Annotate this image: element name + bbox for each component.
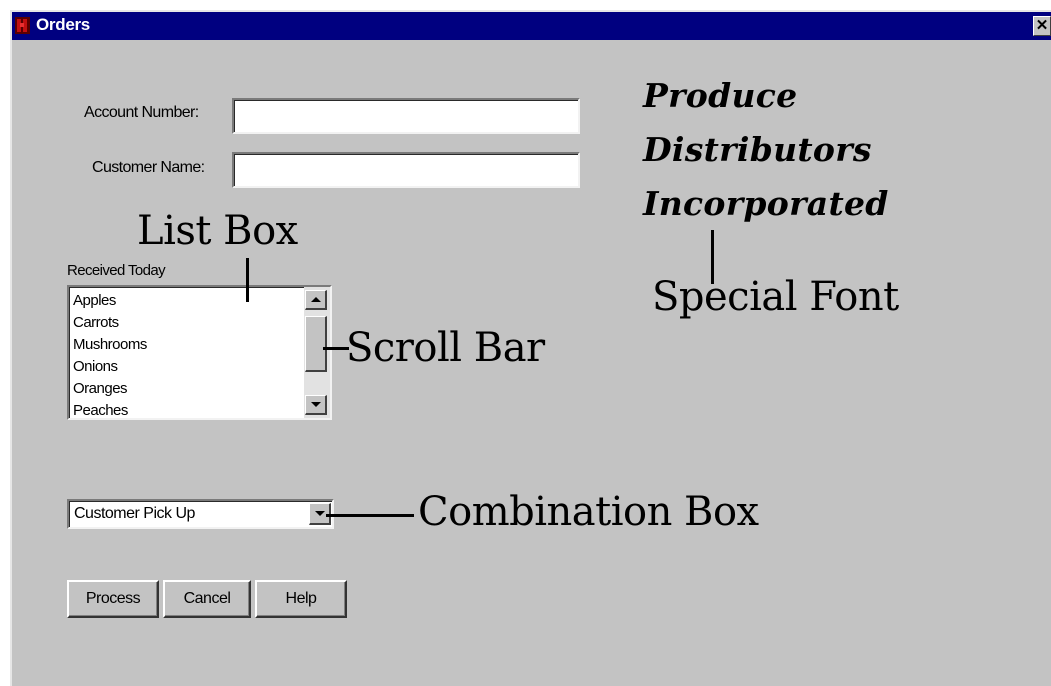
account-number-label: Account Number: — [84, 104, 199, 121]
account-number-field[interactable] — [232, 98, 580, 134]
scroll-thumb[interactable] — [305, 316, 327, 372]
list-item[interactable]: Apples — [73, 290, 301, 312]
orders-window: Orders ✕ Account Number: Customer Name: … — [10, 10, 1051, 686]
dropdown-arrow-icon — [315, 511, 325, 516]
list-item[interactable]: Mushrooms — [73, 334, 301, 356]
list-item[interactable]: Oranges — [73, 378, 301, 400]
list-item[interactable]: Carrots — [73, 312, 301, 334]
help-button[interactable]: Help — [255, 580, 347, 618]
received-today-listbox[interactable]: Apples Carrots Mushrooms Onions Oranges … — [67, 285, 332, 420]
list-item[interactable]: Onions — [73, 356, 301, 378]
close-icon: ✕ — [1035, 17, 1049, 34]
app-icon — [15, 17, 30, 34]
listbox-items: Apples Carrots Mushrooms Onions Oranges … — [73, 290, 301, 418]
list-item[interactable]: Peaches — [73, 400, 301, 418]
company-name-line-2: Distributors — [643, 130, 872, 169]
close-button[interactable]: ✕ — [1033, 16, 1051, 36]
scroll-bar-callout: Scroll Bar — [346, 325, 545, 371]
window-title: Orders — [36, 15, 90, 34]
company-name-line-1: Produce — [643, 76, 798, 115]
title-bar: Orders ✕ — [12, 12, 1051, 40]
delivery-method-combobox[interactable]: Customer Pick Up — [67, 499, 334, 529]
combobox-selected-value: Customer Pick Up — [74, 505, 195, 522]
scroll-down-arrow-icon — [311, 402, 321, 407]
scroll-up-button[interactable] — [305, 290, 327, 310]
list-box-callout: List Box — [137, 208, 298, 254]
cancel-button[interactable]: Cancel — [163, 580, 251, 618]
process-button[interactable]: Process — [67, 580, 159, 618]
combination-box-pointer-line — [326, 514, 414, 517]
customer-name-label: Customer Name: — [92, 159, 205, 176]
listbox-scrollbar[interactable] — [304, 287, 330, 418]
received-today-label: Received Today — [67, 262, 166, 279]
list-box-pointer-line — [246, 258, 249, 302]
scroll-down-button[interactable] — [305, 395, 327, 415]
scroll-up-arrow-icon — [311, 297, 321, 302]
customer-name-field[interactable] — [232, 152, 580, 188]
company-name-line-3: Incorporated — [643, 184, 889, 223]
special-font-callout: Special Font — [652, 274, 899, 320]
combination-box-callout: Combination Box — [418, 489, 759, 535]
